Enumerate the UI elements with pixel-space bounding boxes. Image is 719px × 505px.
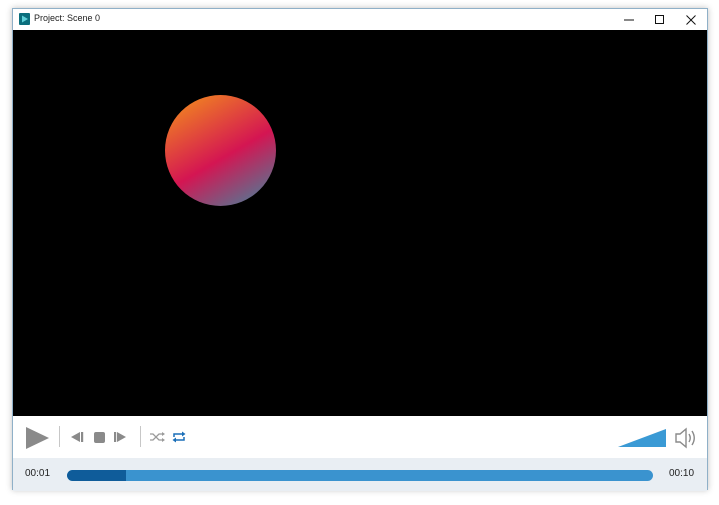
separator: [140, 426, 141, 447]
repeat-icon: [172, 431, 186, 443]
minimize-icon: [624, 19, 634, 20]
step-forward-icon: [114, 432, 126, 442]
shuffle-button[interactable]: [149, 430, 165, 444]
volume-level-wedge: [618, 429, 666, 447]
play-icon: [26, 427, 49, 449]
minimize-button[interactable]: [613, 9, 645, 30]
maximize-button[interactable]: [644, 9, 676, 30]
video-canvas[interactable]: [13, 30, 707, 416]
maximize-icon: [655, 14, 664, 24]
volume-slider[interactable]: [618, 428, 666, 448]
progress-row: 00:01 00:10: [13, 458, 707, 491]
stop-icon: [93, 431, 105, 443]
player-window: Project: Scene 0 00:01 00:10: [12, 8, 708, 491]
step-back-icon: [71, 432, 84, 442]
close-icon: [686, 14, 696, 25]
play-button[interactable]: [23, 425, 51, 451]
gradient-sphere: [165, 95, 276, 206]
speaker-icon: [675, 427, 695, 449]
separator: [59, 426, 60, 447]
title-bar[interactable]: Project: Scene 0: [13, 9, 707, 30]
current-time: 00:01: [25, 468, 51, 479]
step-forward-button[interactable]: [113, 430, 130, 444]
close-button[interactable]: [675, 9, 707, 30]
window-title: Project: Scene 0: [34, 13, 101, 23]
step-back-button[interactable]: [67, 430, 84, 444]
playback-controls: [13, 416, 707, 458]
repeat-button[interactable]: [171, 430, 187, 444]
seek-bar-progress: [67, 470, 126, 481]
shuffle-icon: [150, 432, 165, 442]
total-time: 00:10: [669, 468, 695, 479]
stop-button[interactable]: [93, 431, 105, 443]
app-icon: [19, 13, 30, 25]
volume-button[interactable]: [673, 426, 699, 450]
seek-bar[interactable]: [67, 470, 653, 481]
